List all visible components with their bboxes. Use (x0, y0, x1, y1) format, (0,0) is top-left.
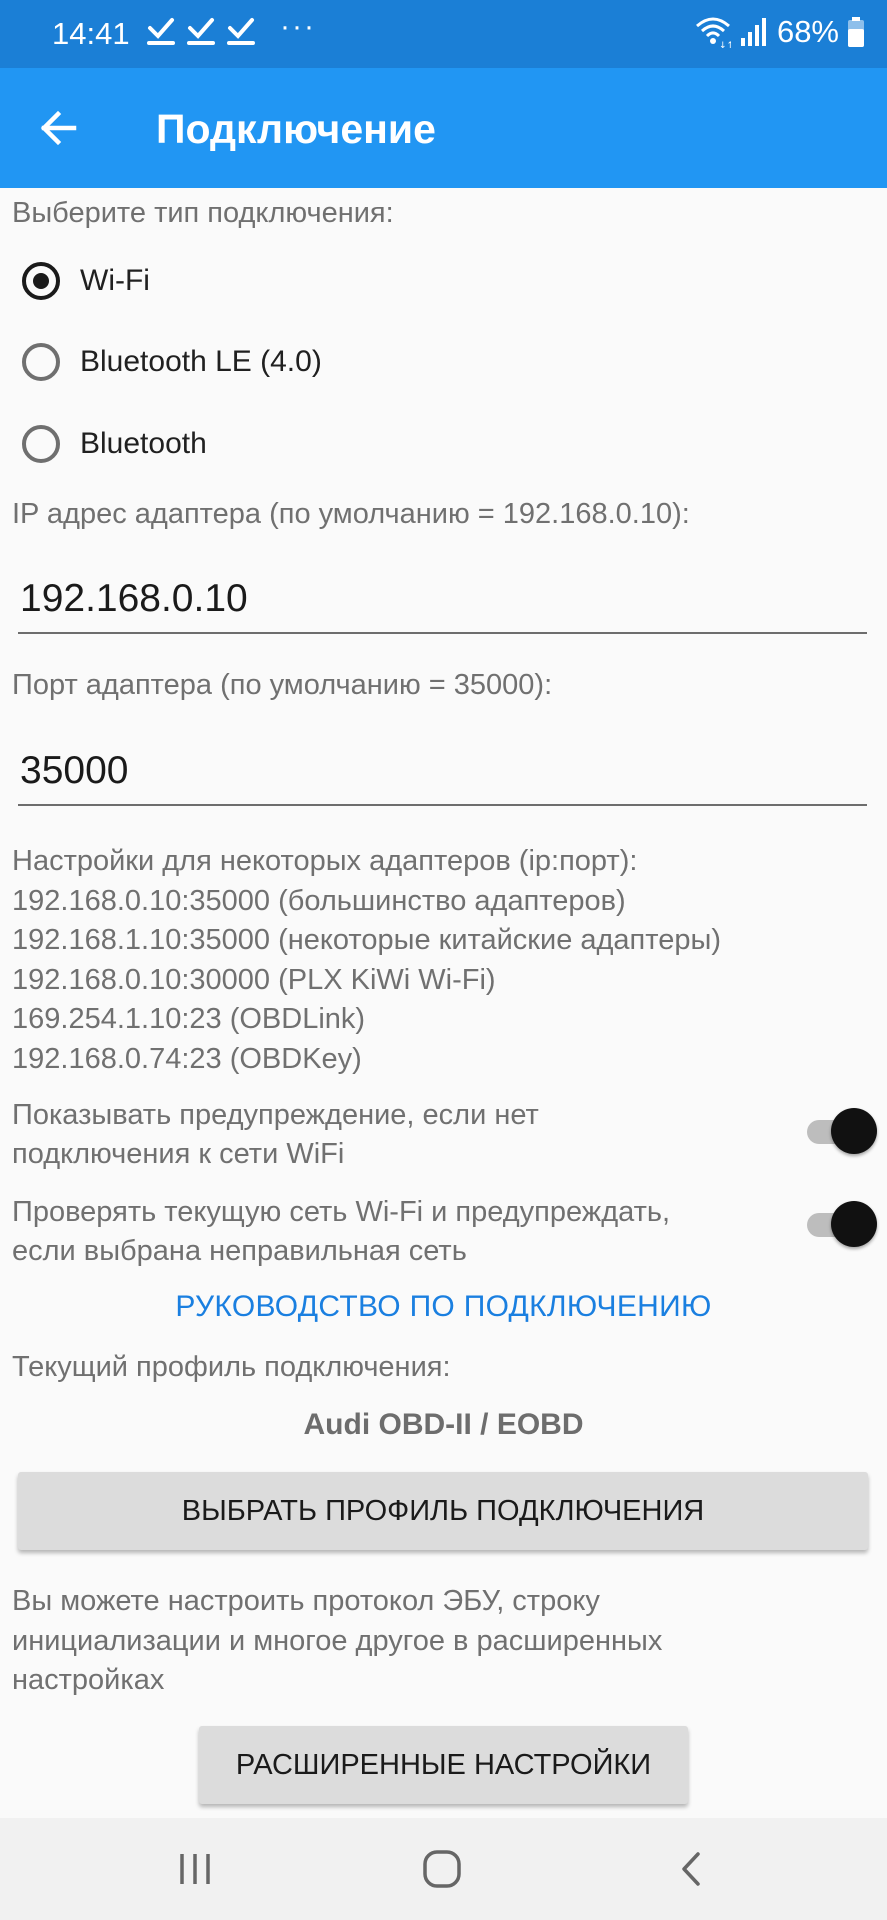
battery-icon (848, 17, 864, 47)
ip-address-input[interactable] (18, 566, 867, 634)
radio-wifi[interactable]: Wi-Fi (22, 262, 150, 300)
switch-text-line: если выбрана неправильная сеть (12, 1235, 467, 1267)
advanced-settings-description: Вы можете настроить протокол ЭБУ, строку… (12, 1582, 662, 1701)
connection-type-label: Выберите тип подключения: (12, 197, 394, 229)
switch-text-line: Проверять текущую сеть Wi-Fi и предупреж… (12, 1196, 671, 1228)
screen: 14:41 ··· ↓↑ 68% Подключение Выберите ти… (0, 0, 887, 1920)
back-button[interactable] (30, 98, 90, 158)
ip-address-label: IP адрес адаптера (по умолчанию = 192.16… (12, 498, 690, 530)
signal-icon (740, 18, 766, 46)
current-profile-name: Audi OBD-II / EOBD (303, 1408, 584, 1441)
description-line: настройках (12, 1664, 165, 1696)
checkmark-icon (227, 18, 255, 45)
navigation-bar (0, 1818, 887, 1920)
port-label: Порт адаптера (по умолчанию = 35000): (12, 669, 553, 701)
adapter-settings-info: Настройки для некоторых адаптеров (ip:по… (12, 842, 721, 1079)
status-time: 14:41 (52, 16, 130, 51)
status-bar: 14:41 ··· ↓↑ 68% (0, 0, 887, 68)
radio-label: Bluetooth LE (4.0) (80, 345, 322, 378)
wifi-network-check-setting: Проверять текущую сеть Wi-Fi и предупреж… (12, 1193, 877, 1271)
description-line: инициализации и многое другое в расширен… (12, 1624, 663, 1657)
checkmark-icon (147, 18, 175, 45)
radio-bluetooth-le[interactable]: Bluetooth LE (4.0) (22, 343, 322, 381)
port-input[interactable] (18, 738, 867, 806)
status-indicators: ↓↑ 68% (695, 14, 865, 50)
wifi-network-check-toggle[interactable] (807, 1201, 877, 1249)
home-button[interactable] (413, 1844, 473, 1894)
description-line: Вы можете настроить протокол ЭБУ, строку (12, 1585, 600, 1617)
toggle-thumb (831, 1108, 877, 1154)
home-icon (423, 1850, 461, 1888)
radio-button-checked (22, 262, 60, 300)
more-notifications-icon: ··· (280, 10, 316, 43)
switch-text-line: Показывать предупреждение, если нет (12, 1099, 539, 1131)
adapter-settings-heading: Настройки для некоторых адаптеров (ip:по… (12, 845, 638, 877)
radio-label: Bluetooth (80, 427, 207, 460)
back-icon (682, 1852, 700, 1886)
current-profile-label: Текущий профиль подключения: (12, 1351, 451, 1383)
wifi-warning-toggle[interactable] (807, 1108, 877, 1156)
status-notifications (146, 12, 256, 48)
radio-button (22, 425, 60, 463)
checkmark-icon (187, 18, 215, 45)
adapter-setting-line: 192.168.1.10:35000 (некоторые китайские … (12, 924, 721, 956)
page-title: Подключение (156, 106, 436, 152)
wifi-warning-setting: Показывать предупреждение, если нет подк… (12, 1096, 877, 1174)
app-bar: Подключение (0, 68, 887, 188)
adapter-setting-line: 192.168.0.10:35000 (большинство адаптеро… (12, 884, 626, 917)
connection-guide-link[interactable]: РУКОВОДСТВО ПО ПОДКЛЮЧЕНИЮ (0, 1290, 887, 1324)
select-profile-button[interactable]: ВЫБРАТЬ ПРОФИЛЬ ПОДКЛЮЧЕНИЯ (18, 1472, 868, 1550)
recent-apps-icon (180, 1854, 210, 1884)
system-back-button[interactable] (662, 1844, 722, 1894)
svg-text:↓↑: ↓↑ (719, 41, 731, 48)
adapter-setting-line: 192.168.0.74:23 (OBDKey) (12, 1042, 362, 1075)
toggle-thumb (831, 1201, 877, 1247)
radio-bluetooth[interactable]: Bluetooth (22, 425, 207, 463)
adapter-setting-line: 169.254.1.10:23 (OBDLink) (12, 1003, 366, 1035)
recent-apps-button[interactable] (165, 1844, 225, 1894)
advanced-settings-button[interactable]: РАСШИРЕННЫЕ НАСТРОЙКИ (199, 1726, 688, 1804)
arrow-left-icon (40, 110, 77, 146)
adapter-setting-line: 192.168.0.10:30000 (PLX KiWi Wi-Fi) (12, 963, 496, 996)
switch-text-line: подключения к сети WiFi (12, 1138, 345, 1170)
radio-button (22, 343, 60, 381)
battery-percent: 68% (776, 14, 839, 49)
wifi-network-check-text: Проверять текущую сеть Wi-Fi и предупреж… (12, 1193, 792, 1271)
wifi-warning-text: Показывать предупреждение, если нет подк… (12, 1096, 792, 1174)
wifi-icon: ↓↑ (695, 17, 731, 48)
radio-label: Wi-Fi (80, 264, 150, 297)
